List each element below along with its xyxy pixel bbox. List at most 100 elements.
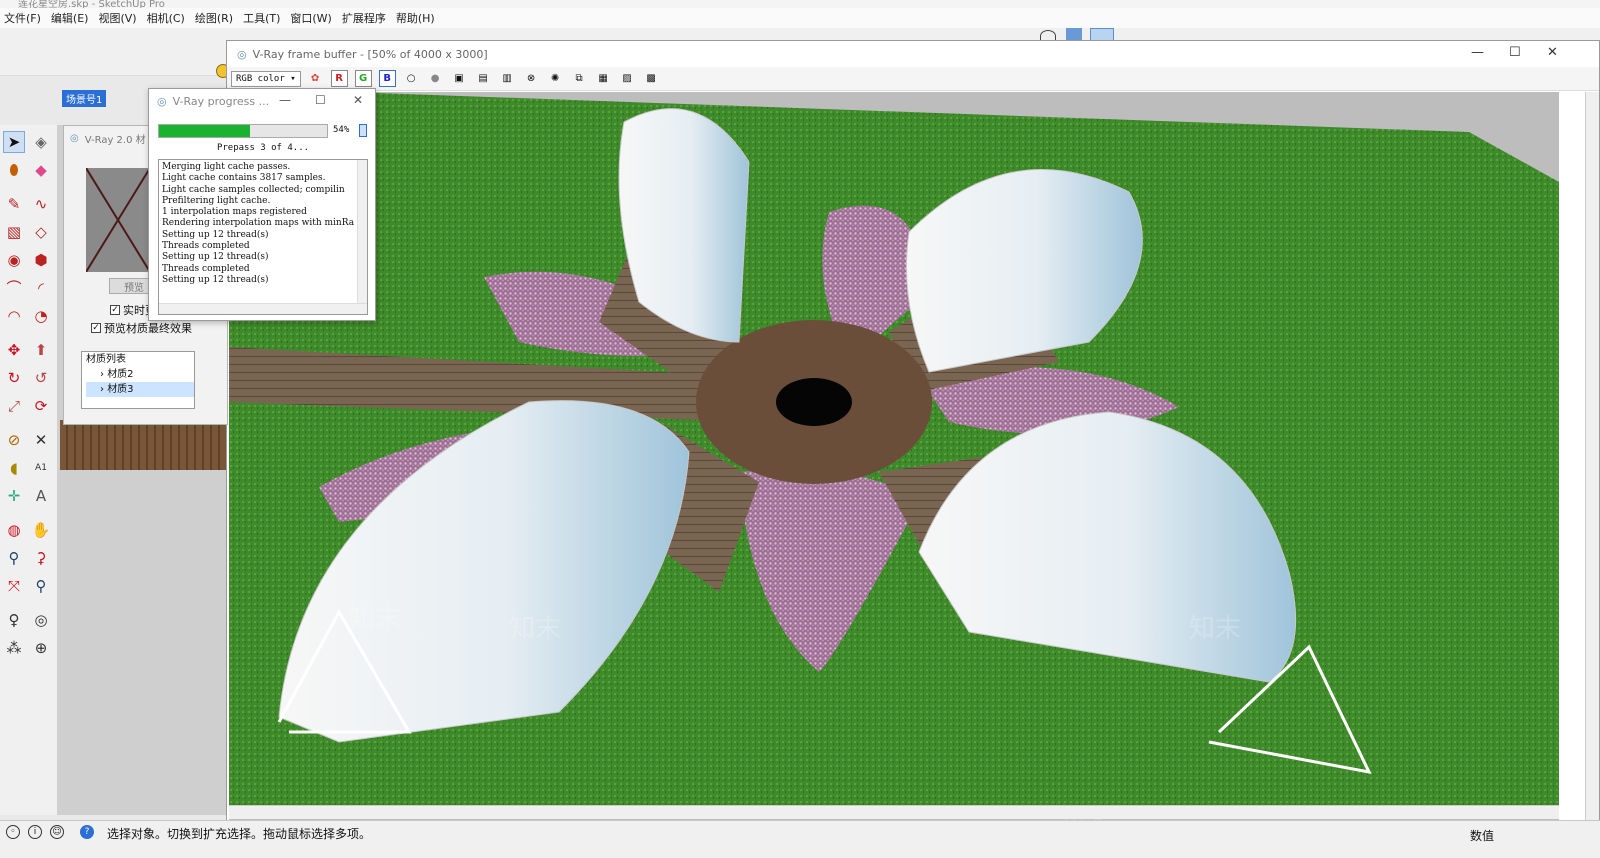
rectangle-icon[interactable]: ▧ [3, 221, 25, 243]
load-image-icon[interactable]: ▥ [499, 70, 516, 87]
dimension-icon[interactable]: ✕ [30, 429, 52, 451]
check-icon: ✓ [91, 323, 101, 333]
text-label-icon[interactable]: A1 [30, 457, 52, 479]
pie-icon[interactable]: ◔ [30, 305, 52, 327]
track-mouse-icon[interactable]: ✺ [547, 70, 564, 87]
two-point-arc-icon[interactable]: ◜ [30, 277, 52, 299]
follow-me-icon[interactable]: ↺ [30, 367, 52, 389]
rotated-rectangle-icon[interactable]: ◇ [30, 221, 52, 243]
progress-detail-toggle[interactable] [359, 124, 367, 137]
select-arrow-icon[interactable]: ➤ [3, 131, 25, 153]
paint-bucket-icon[interactable]: ⬮ [3, 159, 25, 181]
status-text: 选择对象。切换到扩充选择。拖动鼠标选择多项。 [107, 827, 372, 841]
minimize-button[interactable]: — [1471, 45, 1484, 60]
vfb-title-bar: ◎ V-Ray frame buffer - [50% of 4000 x 30… [227, 41, 1599, 67]
red-channel-button[interactable]: R [330, 70, 348, 87]
zoom-icon[interactable]: ⚲ [3, 547, 25, 569]
maximize-button[interactable]: ☐ [315, 93, 326, 107]
menu-tools[interactable]: 工具(T) [243, 10, 280, 26]
blue-channel-button[interactable]: B [378, 70, 396, 87]
menu-file[interactable]: 文件(F) [4, 10, 41, 26]
polygon-icon[interactable]: ⬢ [30, 249, 52, 271]
render-scene-svg: 知末 知末 知末 知末 [229, 92, 1559, 822]
scale-icon[interactable]: ⤢ [3, 395, 25, 417]
orbit-tool-icon[interactable]: ◍ [3, 519, 25, 541]
pixel-info-icon[interactable]: ▩ [643, 70, 660, 87]
monochrome-icon[interactable]: ● [427, 70, 444, 87]
list-item[interactable]: › 材质3 [86, 382, 194, 397]
maximize-button[interactable]: ☐ [1509, 45, 1521, 60]
arc-icon[interactable]: ⌒ [3, 277, 25, 299]
watermark-text: 知末 [1189, 614, 1241, 644]
clear-image-icon[interactable]: ⊗ [523, 70, 540, 87]
axes-icon[interactable]: ✛ [3, 485, 25, 507]
menu-edit[interactable]: 编辑(E) [51, 10, 89, 26]
watermark-text: 知末 [349, 604, 401, 634]
minimize-button[interactable]: — [279, 93, 291, 107]
vfb-toolbar: RGB color ▾ ✿ R G B ○ ● ▣ ▤ ▥ ⊗ ✺ ⧉ ▦ ▨ … [227, 67, 1599, 91]
tape-measure-icon[interactable]: ⊘ [3, 429, 25, 451]
close-button[interactable]: ✕ [353, 93, 363, 107]
save-all-icon[interactable]: ▤ [475, 70, 492, 87]
alpha-channel-icon[interactable]: ○ [403, 70, 420, 87]
move-icon[interactable]: ✥ [3, 339, 25, 361]
make-component-icon[interactable]: ◈ [30, 131, 52, 153]
zoom-window-icon[interactable]: ⚳ [30, 547, 52, 569]
log-vertical-scrollbar[interactable] [357, 160, 367, 314]
eraser-icon[interactable]: ◆ [30, 159, 52, 181]
vertical-scrollbar[interactable] [1585, 92, 1599, 822]
menu-help[interactable]: 帮助(H) [396, 10, 435, 26]
offset-icon[interactable]: ⟳ [30, 395, 52, 417]
green-channel-button[interactable]: G [354, 70, 372, 87]
sketch-deck-fragment [60, 420, 230, 470]
georeference-icon[interactable]: ◦ [6, 825, 20, 839]
list-item[interactable]: › 材质2 [86, 367, 194, 382]
region-render-icon[interactable]: ▦ [595, 70, 612, 87]
previous-view-icon[interactable]: ⚲ [30, 575, 52, 597]
channel-select-value: RGB color [236, 73, 285, 84]
check-icon: ✓ [110, 305, 120, 315]
channel-select[interactable]: RGB color ▾ [231, 70, 301, 87]
position-camera-icon[interactable]: ♀ [3, 609, 25, 631]
progress-stage: Prepass 3 of 4... [216, 143, 310, 153]
zoom-extents-icon[interactable]: ⤧ [3, 575, 25, 597]
histogram-icon[interactable]: ▨ [619, 70, 636, 87]
progress-log[interactable]: Merging light cache passes. Light cache … [158, 159, 368, 315]
preview-effect-checkbox[interactable]: ✓ 预览材质最终效果 [91, 320, 192, 336]
vray-window-icon: ◎ [237, 47, 247, 61]
horizontal-scrollbar[interactable] [229, 805, 1559, 819]
help-icon[interactable]: ? [80, 825, 94, 839]
look-around-icon[interactable]: ◎ [30, 609, 52, 631]
freehand-icon[interactable]: ∿ [30, 193, 52, 215]
pan-hand-icon[interactable]: ✋ [30, 519, 52, 541]
close-button[interactable]: ✕ [1547, 45, 1558, 60]
rendered-image[interactable]: 知末 知末 知末 知末 [229, 92, 1559, 822]
save-image-icon[interactable]: ▣ [451, 70, 468, 87]
progress-log-text: Merging light cache passes. Light cache … [162, 162, 355, 285]
three-point-arc-icon[interactable]: ◠ [3, 305, 25, 327]
menu-window[interactable]: 窗口(W) [290, 10, 331, 26]
section-plane-icon[interactable]: ⊕ [30, 637, 52, 659]
3d-text-icon[interactable]: A [30, 485, 52, 507]
left-tool-palette: ➤ ◈ ⬮ ◆ ✎ ∿ ▧ ◇ ◉ ⬢ ⌒ ◜ ◠ ◔ ✥ ⬆ ↻ ↺ ⤢ ⟳ … [0, 125, 58, 815]
log-horizontal-scrollbar[interactable] [159, 303, 367, 314]
menu-bar: 文件(F) 编辑(E) 视图(V) 相机(C) 绘图(R) 工具(T) 窗口(W… [0, 8, 1600, 28]
circle-icon[interactable]: ◉ [3, 249, 25, 271]
menu-extensions[interactable]: 扩展程序 [342, 10, 386, 26]
credits-icon[interactable]: i [28, 825, 42, 839]
push-pull-icon[interactable]: ⬆ [30, 339, 52, 361]
menu-camera[interactable]: 相机(C) [147, 10, 185, 26]
duplicate-icon[interactable]: ⧉ [571, 70, 588, 87]
protractor-icon[interactable]: ◖ [3, 457, 25, 479]
rotate-icon[interactable]: ↻ [3, 367, 25, 389]
scene-tab[interactable]: 场景号1 [62, 90, 107, 107]
menu-draw[interactable]: 绘图(R) [195, 10, 233, 26]
status-bar: ◦ i ☺ ? 选择对象。切换到扩充选择。拖动鼠标选择多项。 数值 [0, 820, 1600, 858]
app-title: 莲花星空房.skp - SketchUp Pro [18, 0, 165, 8]
user-icon[interactable]: ☺ [50, 825, 64, 839]
line-pencil-icon[interactable]: ✎ [3, 193, 25, 215]
menu-view[interactable]: 视图(V) [98, 10, 136, 26]
material-list[interactable]: 材质列表 › 材质2 › 材质3 [81, 351, 195, 409]
walk-footprints-icon[interactable]: ⁂ [3, 637, 25, 659]
color-corrections-icon[interactable]: ✿ [307, 70, 324, 87]
